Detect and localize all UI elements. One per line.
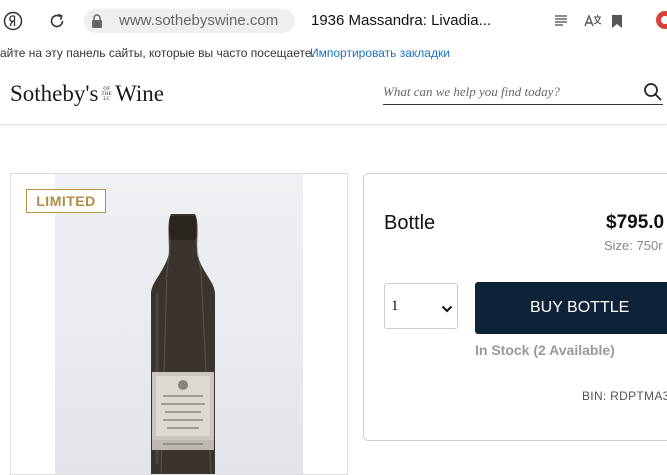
price: $795.0: [606, 212, 665, 233]
format-label: Bottle: [384, 212, 436, 234]
search-icon[interactable]: [643, 82, 663, 107]
bookmarks-prompt: айте на эту панель сайты, которые вы час…: [0, 46, 315, 60]
stock-status: In Stock (2 Available): [475, 342, 615, 358]
import-bookmarks-link[interactable]: Импортировать закладки: [310, 46, 450, 60]
extension-icon[interactable]: [655, 9, 667, 33]
logo-text-left: Sotheby's: [10, 81, 99, 106]
page-title: 1936 Massandra: Livadia...: [311, 12, 492, 29]
address-url[interactable]: www.sothebyswine.com: [119, 12, 278, 29]
logo-text-right: Wine: [115, 81, 165, 106]
search-input[interactable]: [383, 82, 633, 102]
limited-badge: LIMITED: [26, 189, 106, 213]
bookmarks-bar: айте на эту панель сайты, которые вы час…: [0, 42, 667, 64]
logo-small-text: OF THE LC: [101, 86, 113, 102]
reader-mode-icon[interactable]: [552, 12, 570, 30]
translate-icon[interactable]: [583, 11, 603, 31]
buy-bottle-button[interactable]: BUY BOTTLE: [475, 282, 667, 334]
browser-toolbar: www.sothebyswine.com 1936 Massandra: Liv…: [0, 0, 667, 42]
site-search: [383, 82, 663, 105]
reload-icon[interactable]: [46, 10, 68, 32]
lock-icon[interactable]: [90, 12, 104, 30]
quantity-select[interactable]: 1: [384, 283, 458, 329]
bin-code: BIN: RDPTMA3: [582, 389, 667, 403]
product-image-panel: [10, 173, 348, 475]
yandex-icon[interactable]: [2, 10, 24, 32]
bottle-size: Size: 750r: [604, 238, 663, 253]
wine-bottle-image[interactable]: [11, 174, 347, 474]
bookmark-icon[interactable]: [609, 12, 625, 30]
site-logo[interactable]: Sotheby's OF THE LC Wine: [10, 81, 164, 107]
